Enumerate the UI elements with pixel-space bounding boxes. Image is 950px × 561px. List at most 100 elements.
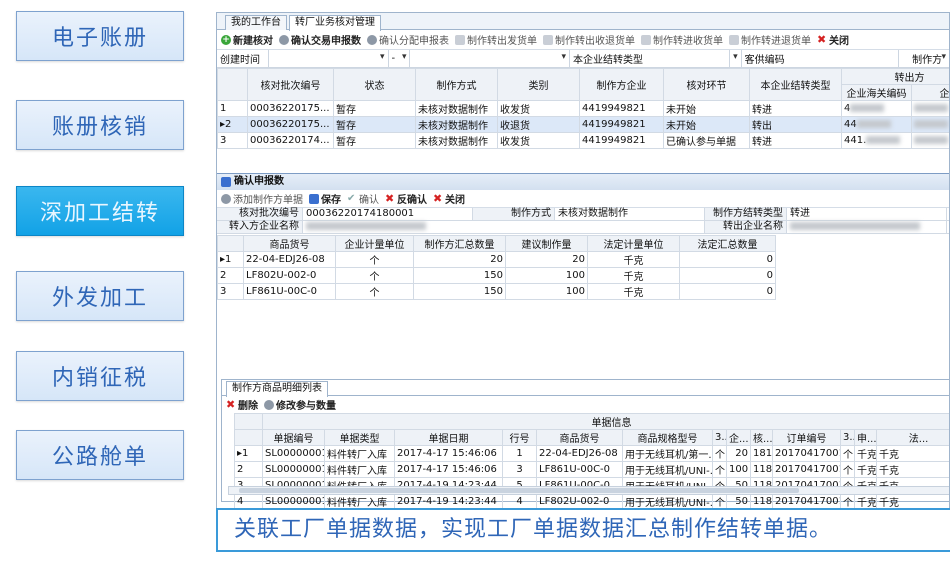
- redacted-block: [790, 222, 920, 230]
- table-row[interactable]: 3 LF861U-00C-0 个 150 100 千克 0: [217, 283, 776, 300]
- filter-created-from[interactable]: [269, 49, 389, 68]
- gear-icon: [221, 193, 231, 204]
- filter-transfer-type[interactable]: 本企业结转类型: [570, 49, 730, 68]
- nav-deep-processing-transfer[interactable]: 深加工结转: [16, 186, 184, 236]
- make-in-receive-button[interactable]: 制作转进收货单: [641, 32, 723, 47]
- col-type[interactable]: 类别: [497, 68, 580, 101]
- edit-qty-label: 修改参与数量: [276, 401, 336, 412]
- col-c1[interactable]: 3...: [712, 429, 727, 446]
- filter-customer-code[interactable]: 客供编码: [742, 49, 900, 68]
- cell-type: 收发货: [497, 100, 580, 117]
- col-customs-code[interactable]: 企业海关编码: [841, 84, 912, 101]
- cell-stage: 已确认参与单据: [663, 132, 750, 149]
- scrollbar-thumb[interactable]: [239, 488, 799, 493]
- col-order-no[interactable]: 订单编号: [772, 429, 841, 446]
- cell-type: 收退货: [497, 116, 580, 133]
- col-stage[interactable]: 核对环节: [663, 68, 750, 101]
- confirm-trade-button[interactable]: 确认交易申报数: [279, 32, 361, 47]
- nav-road-manifest[interactable]: 公路舱单: [16, 430, 184, 480]
- table-row[interactable]: 1 00036220175... 暂存 未核对数据制作 收发货 44199498…: [217, 100, 949, 117]
- dialog-unconfirm-button[interactable]: ✖ 反确认: [385, 191, 427, 207]
- nav-ledger-writeoff[interactable]: 账册核销: [16, 100, 184, 150]
- table-row[interactable]: 2 SL00000001 料件转厂入库 2017-4-17 15:46:06 3…: [234, 461, 949, 478]
- edit-qty-button[interactable]: 修改参与数量: [264, 397, 336, 412]
- redacted-block: [306, 222, 426, 230]
- make-out-ship-button[interactable]: 制作转出发货单: [455, 32, 537, 47]
- cell-suggested-qty[interactable]: 100: [505, 283, 588, 300]
- jz-type-label: 制作方结转类型: [705, 208, 787, 220]
- cell-mode: 未核对数据制作: [415, 132, 498, 149]
- col-c4[interactable]: 3...: [840, 429, 855, 446]
- col-doc-date[interactable]: 单据日期: [394, 429, 503, 446]
- table-row-selected[interactable]: ▸2 00036220175... 暂存 未核对数据制作 收退货 4419949…: [217, 116, 949, 133]
- filter-maker[interactable]: 制作方: [899, 50, 949, 68]
- cell-legal-unit: 千克: [587, 283, 680, 300]
- filter-blank-dropdown[interactable]: [410, 49, 571, 68]
- dialog-save-label: 保存: [321, 195, 341, 206]
- new-check-button[interactable]: + 新建核对: [221, 32, 273, 47]
- col-c5[interactable]: 申...: [854, 429, 877, 446]
- table-row[interactable]: 3 00036220174... 暂存 未核对数据制作 收发货 44199498…: [217, 132, 949, 149]
- jz-type-value[interactable]: 转进: [787, 208, 947, 220]
- col-legal-sum[interactable]: 法定汇总数量: [679, 235, 776, 252]
- row-index: ▸1: [217, 251, 244, 268]
- dialog-close-button[interactable]: ✖ 关闭: [433, 191, 465, 207]
- filter-created-to[interactable]: -: [389, 49, 411, 68]
- cell-goods-code: 22-04-EDJ26-08: [243, 251, 336, 268]
- col-maker-ent[interactable]: 制作方企业: [579, 68, 664, 101]
- tab-maker-goods-detail[interactable]: 制作方商品明细列表: [226, 381, 328, 397]
- col-ent[interactable]: 企: [911, 84, 949, 101]
- col-doc-no[interactable]: 单据编号: [262, 429, 325, 446]
- add-maker-doc-button[interactable]: 添加制作方单据: [221, 191, 303, 206]
- gear-icon: [279, 34, 289, 45]
- cell-goods-code: 22-04-EDJ26-08: [536, 445, 623, 462]
- col-doc-type[interactable]: 单据类型: [324, 429, 395, 446]
- col-spec[interactable]: 商品规格型号: [622, 429, 713, 446]
- col-c2[interactable]: 企...: [726, 429, 751, 446]
- tab-workbench[interactable]: 我的工作台: [225, 15, 287, 30]
- col-status[interactable]: 状态: [333, 68, 416, 101]
- col-legal-unit[interactable]: 法定计量单位: [587, 235, 680, 252]
- cell-c4: 个: [840, 461, 855, 478]
- nav-outsourced-processing[interactable]: 外发加工: [16, 271, 184, 321]
- cell-c3: 118: [750, 461, 773, 478]
- col-mode[interactable]: 制作方式: [415, 68, 498, 101]
- col-maker-sum[interactable]: 制作方汇总数量: [413, 235, 506, 252]
- dialog-save-button[interactable]: 保存: [309, 191, 341, 206]
- col-c6[interactable]: 法...: [875, 429, 949, 446]
- out-ent-value[interactable]: [787, 221, 947, 233]
- make-in-return-button[interactable]: 制作转进退货单: [729, 32, 811, 47]
- horizontal-scrollbar[interactable]: [228, 486, 949, 495]
- in-ent-value[interactable]: [303, 221, 705, 233]
- mode-value[interactable]: 未核对数据制作: [555, 208, 705, 220]
- batch-value[interactable]: 00036220174180001: [303, 208, 473, 220]
- confirm-allocation-button[interactable]: 确认分配申报表: [367, 32, 449, 47]
- make-out-return-button[interactable]: 制作转出收退货单: [543, 32, 635, 47]
- cell-suggested-qty[interactable]: 20: [505, 251, 588, 268]
- col-line-no[interactable]: 行号: [502, 429, 537, 446]
- batch-label: 核对批次编号: [217, 208, 303, 220]
- doc-icon: [455, 34, 465, 45]
- col-goods-code[interactable]: 商品货号: [243, 235, 336, 252]
- col-c3[interactable]: 核...: [750, 429, 773, 446]
- nav-electronic-ledger[interactable]: 电子账册: [16, 11, 184, 61]
- row-index-text: 1: [225, 254, 232, 265]
- col-transfer-type[interactable]: 本企业结转类型: [749, 68, 842, 101]
- table-row[interactable]: ▸1 SL00000001 料件转厂入库 2017-4-17 15:46:06 …: [234, 445, 949, 462]
- col-suggested-qty[interactable]: 建议制作量: [505, 235, 588, 252]
- col-batch[interactable]: 核对批次编号: [247, 68, 334, 101]
- col-ent-unit[interactable]: 企业计量单位: [335, 235, 414, 252]
- col-goods-code[interactable]: 商品货号: [536, 429, 623, 446]
- cell-suggested-qty[interactable]: 100: [505, 267, 588, 284]
- mode-label: 制作方式: [473, 208, 555, 220]
- cell-c6: 千克: [875, 461, 949, 478]
- delete-button[interactable]: ✖ 删除: [226, 397, 258, 413]
- filter-transfer-type-dd[interactable]: [730, 49, 742, 68]
- nav-domestic-sales-tax[interactable]: 内销征税: [16, 351, 184, 401]
- tab-transfer-check[interactable]: 转厂业务核对管理: [289, 15, 381, 31]
- table-row[interactable]: ▸1 22-04-EDJ26-08 个 20 20 千克 0: [217, 251, 776, 268]
- table-row[interactable]: 2 LF802U-002-0 个 150 100 千克 0: [217, 267, 776, 284]
- dialog-confirm-button[interactable]: ✔ 确认: [347, 191, 379, 206]
- close-button[interactable]: ✖ 关闭: [817, 32, 849, 48]
- cell-doc-no: SL00000001: [262, 461, 325, 478]
